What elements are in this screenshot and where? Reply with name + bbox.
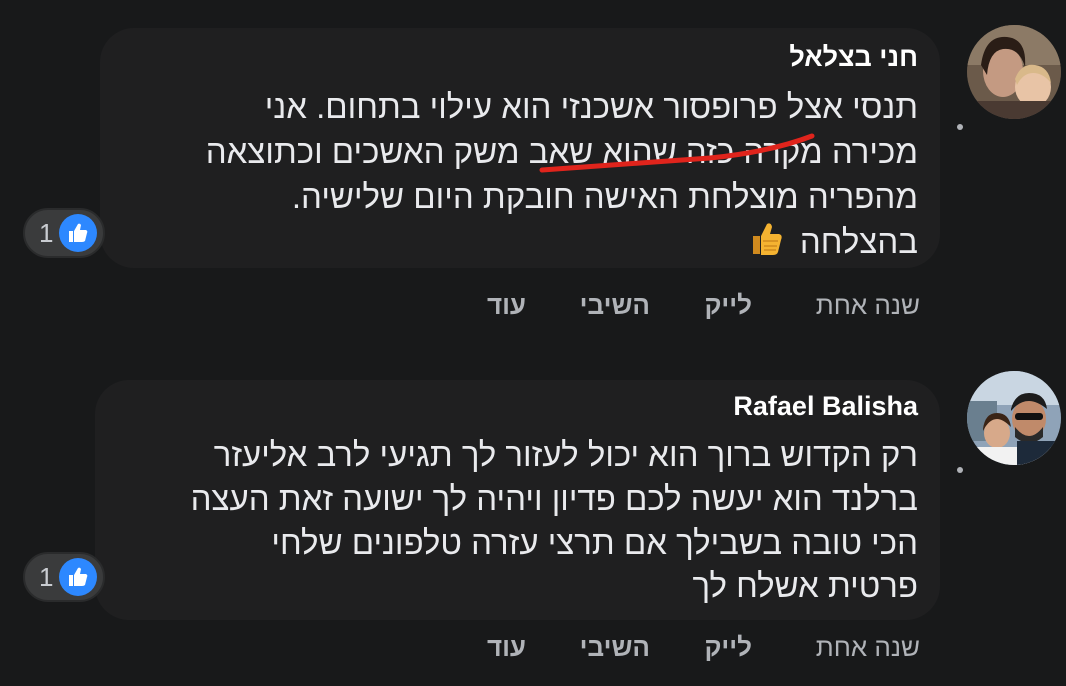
thumbs-up-emoji-icon bbox=[749, 221, 783, 262]
comment-options-dot[interactable] bbox=[957, 467, 963, 473]
comment-options-dot[interactable] bbox=[957, 124, 963, 130]
comment-text-line: תנסי אצל פרופסור אשכנזי הוא עילוי בתחום.… bbox=[264, 88, 918, 125]
comment-actions-bar: שנה אחת לייק השיבי עוד bbox=[470, 632, 920, 664]
comment-text-line: בהצלחה bbox=[749, 221, 918, 262]
comment-timestamp[interactable]: שנה אחת bbox=[816, 632, 920, 663]
comment-actions-bar: שנה אחת לייק השיבי עוד bbox=[470, 290, 920, 322]
like-button[interactable]: לייק bbox=[704, 290, 752, 321]
comment-author[interactable]: חני בצלאל bbox=[789, 42, 918, 73]
reply-button[interactable]: השיבי bbox=[580, 290, 650, 321]
avatar-photo-icon bbox=[967, 371, 1061, 465]
comment-text-line: מהפריה מוצלחת האישה חובקת היום שלישיה. bbox=[291, 178, 918, 215]
reply-button[interactable]: השיבי bbox=[580, 632, 650, 663]
comments-thread: חני בצלאל תנסי אצל פרופסור אשכנזי הוא עי… bbox=[0, 0, 1066, 686]
like-button[interactable]: לייק bbox=[704, 632, 752, 663]
reaction-count: 1 bbox=[39, 561, 54, 592]
like-reaction-icon bbox=[59, 558, 98, 596]
reaction-count: 1 bbox=[39, 217, 54, 248]
comment-text-line: הכי טובה בשבילך אם תרצי עזרה טלפונים שלח… bbox=[271, 524, 918, 561]
commenter-avatar[interactable] bbox=[967, 371, 1061, 465]
avatar-photo-icon bbox=[967, 25, 1061, 119]
comment-text-last: בהצלחה bbox=[799, 223, 918, 260]
commenter-avatar[interactable] bbox=[967, 25, 1061, 119]
like-reaction-icon bbox=[59, 214, 98, 252]
reaction-count-badge[interactable]: 1 bbox=[23, 552, 105, 602]
reaction-count-badge[interactable]: 1 bbox=[23, 208, 105, 258]
comment-bubble: Rafael Balisha רק הקדוש ברוך הוא יכול לע… bbox=[95, 380, 940, 620]
comment-bubble: חני בצלאל תנסי אצל פרופסור אשכנזי הוא עי… bbox=[100, 28, 940, 268]
comment-text-line: פרטית אשלח לך bbox=[692, 567, 919, 604]
comment-text-line: מכירה מקרה כזה שהוא שאב משק האשכים וכתוצ… bbox=[205, 133, 918, 170]
comment-author[interactable]: Rafael Balisha bbox=[733, 391, 918, 422]
more-button[interactable]: עוד bbox=[487, 632, 526, 663]
comment-text-line: ברלנד הוא יעשה לכם פדיון ויהיה לך ישועה … bbox=[190, 480, 918, 517]
comment-timestamp[interactable]: שנה אחת bbox=[816, 290, 920, 321]
comment-text-line: רק הקדוש ברוך הוא יכול לעזור לך תגיעי לר… bbox=[213, 436, 918, 473]
more-button[interactable]: עוד bbox=[487, 290, 526, 321]
